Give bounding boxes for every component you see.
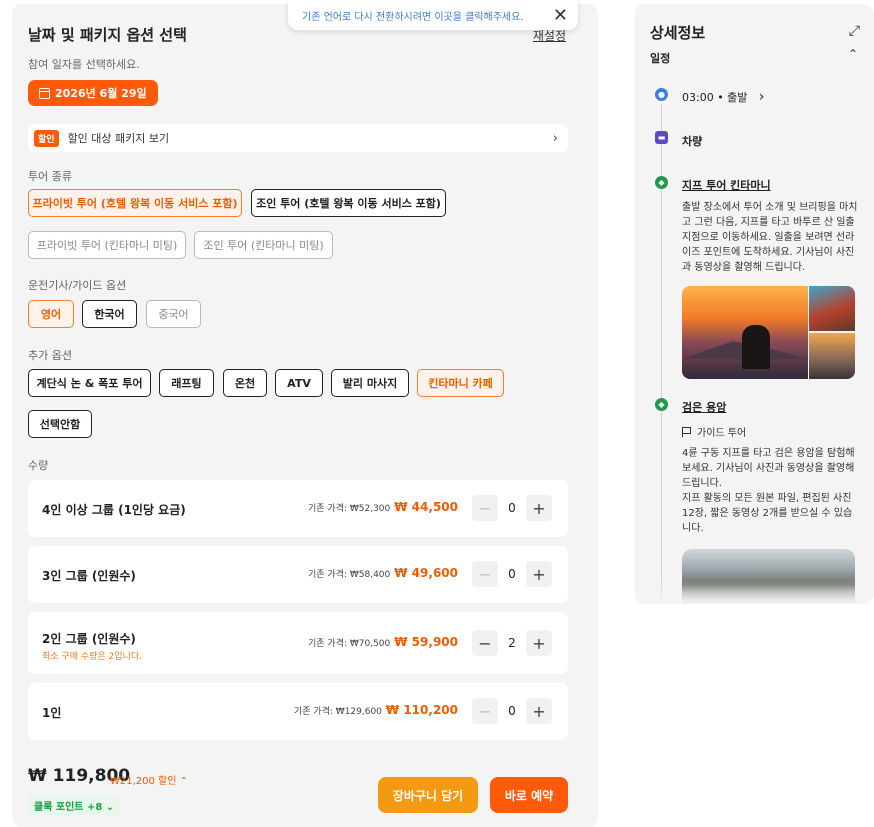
guide-option-korean[interactable]: 한국어 xyxy=(82,300,137,328)
vehicle-item: 차량 xyxy=(682,135,703,148)
discount-text: 할인 대상 패키지 보기 xyxy=(67,132,170,145)
car-icon: ▬ xyxy=(655,131,668,144)
extras-label: 추가 옵션 xyxy=(28,349,72,362)
quantity-row-name: 4인 이상 그룹 (1인당 요금) xyxy=(42,503,186,517)
total-discount-toggle[interactable]: ₩21,200 할인 ⌃ xyxy=(110,772,188,787)
quantity-value: 0 xyxy=(508,501,516,515)
tour-option-join-kintamani[interactable]: 조인 투어 (킨타마니 미팅) xyxy=(194,231,333,259)
calendar-icon xyxy=(39,87,50,99)
guide-option-english[interactable]: 영어 xyxy=(28,300,74,328)
add-to-cart-button[interactable]: 장바구니 담기 xyxy=(378,777,478,813)
quantity-row-name: 1인 xyxy=(42,706,62,720)
extra-option-atv[interactable]: ATV xyxy=(275,369,323,397)
chevron-right-icon: › xyxy=(758,89,765,105)
language-toast[interactable]: 기존 언어로 다시 전환하시려면 이곳을 클릭해주세요. ✕ xyxy=(288,0,578,30)
increment-button[interactable]: + xyxy=(526,561,552,587)
extra-option-hot-spring[interactable]: 온천 xyxy=(223,369,267,397)
quantity-row-name: 3인 그룹 (인원수) xyxy=(42,569,136,583)
guided-tour-text: 가이드 투어 xyxy=(697,428,747,439)
map-marker-icon: ◆ xyxy=(655,176,668,189)
quantity-value: 2 xyxy=(508,636,516,650)
black-lava-description: 4륜 구동 지프를 타고 검은 용암을 탐험해 보세요. 기사님이 사진과 동영… xyxy=(682,448,855,534)
decrement-button[interactable]: − xyxy=(472,630,498,656)
scroll-fade xyxy=(635,580,874,604)
sale-price: ₩ 59,900 xyxy=(394,635,458,649)
quantity-value: 0 xyxy=(508,567,516,581)
tour-option-private-hotel[interactable]: 프라이빗 투어 (호텔 왕복 이동 서비스 포함) xyxy=(28,189,242,217)
quantity-row-3: 3인 그룹 (인원수) 기존 가격: ₩58,400 ₩ 49,600 − 0 … xyxy=(28,546,568,603)
quantity-row-2: 2인 그룹 (인원수) 최소 구매 수량은 2입니다. 기존 가격: ₩70,5… xyxy=(28,612,568,674)
date-hint: 참여 일자를 선택하세요. xyxy=(28,58,140,71)
quantity-row-4plus: 4인 이상 그룹 (1인당 요금) 기존 가격: ₩52,300 ₩ 44,50… xyxy=(28,480,568,537)
itinerary-label: 일정 xyxy=(650,52,671,65)
extra-option-kintamani-cafe[interactable]: 킨타마니 카페 xyxy=(417,369,504,397)
expand-icon[interactable]: ⤢ xyxy=(849,23,860,39)
date-button[interactable]: 2026년 6월 29일 xyxy=(28,80,158,106)
extra-option-massage[interactable]: 발리 마사지 xyxy=(331,369,409,397)
quantity-row-1: 1인 기존 가격: ₩129,600 ₩ 110,200 − 0 + xyxy=(28,683,568,740)
increment-button[interactable]: + xyxy=(526,698,552,724)
chevron-up-icon[interactable]: ⌃ xyxy=(848,47,858,61)
close-icon[interactable]: ✕ xyxy=(553,5,568,26)
min-quantity-note: 최소 구매 수량은 2입니다. xyxy=(42,652,142,662)
sunrise-photo[interactable] xyxy=(682,286,808,379)
location-pin-icon: ● xyxy=(655,88,668,101)
book-now-button[interactable]: 바로 예약 xyxy=(490,777,568,813)
sale-price: ₩ 49,600 xyxy=(394,566,458,580)
details-panel: 상세정보 ⤢ 일정 ⌃ ● 03:00 • 출발 › ▬ 차량 ◆ 지프 투어 … xyxy=(635,4,874,604)
original-price: 기존 가격: ₩129,600 xyxy=(293,707,382,717)
sale-price: ₩ 110,200 xyxy=(385,703,458,717)
guide-option-chinese[interactable]: 중국어 xyxy=(146,300,201,328)
map-marker-icon: ◆ xyxy=(655,398,668,411)
decrement-button[interactable]: − xyxy=(472,698,498,724)
price-group: 기존 가격: ₩58,400 ₩ 49,600 xyxy=(308,566,458,580)
chevron-right-icon: › xyxy=(552,130,558,146)
increment-button[interactable]: + xyxy=(526,630,552,656)
black-lava-link[interactable]: 검은 용암 xyxy=(682,399,726,415)
tour-type-label: 투어 종류 xyxy=(28,170,72,183)
extra-option-rafting[interactable]: 래프팅 xyxy=(159,369,214,397)
increment-button[interactable]: + xyxy=(526,495,552,521)
original-price: 기존 가격: ₩52,300 xyxy=(308,504,391,514)
guided-tour-tag: 가이드 투어 xyxy=(682,424,746,439)
tour-option-join-hotel[interactable]: 조인 투어 (호텔 왕복 이동 서비스 포함) xyxy=(251,189,446,217)
options-panel: 날짜 및 패키지 옵션 선택 재설정 참여 일자를 선택하세요. 2026년 6… xyxy=(12,4,598,827)
details-title: 상세정보 xyxy=(650,24,706,42)
tour-option-private-kintamani[interactable]: 프라이빗 투어 (킨타마니 미팅) xyxy=(28,231,186,259)
quantity-value: 0 xyxy=(508,704,516,718)
panel-title: 날짜 및 패키지 옵션 선택 xyxy=(28,26,187,44)
klook-points-toggle[interactable]: 클룩 포인트 +8 ⌄ xyxy=(28,795,121,815)
flag-icon xyxy=(682,426,691,437)
price-group: 기존 가격: ₩70,500 ₩ 59,900 xyxy=(308,635,458,649)
sale-price: ₩ 44,500 xyxy=(394,500,458,514)
guide-label: 운전기사/가이드 옵션 xyxy=(28,279,127,292)
discount-badge: 할인 xyxy=(34,129,59,147)
price-group: 기존 가격: ₩129,600 ₩ 110,200 xyxy=(294,703,458,717)
date-label: 2026년 6월 29일 xyxy=(55,87,147,100)
extra-option-rice-terrace[interactable]: 계단식 논 & 폭포 투어 xyxy=(28,369,151,397)
toast-text[interactable]: 기존 언어로 다시 전환하시려면 이곳을 클릭해주세요. xyxy=(302,8,523,23)
quantity-label: 수량 xyxy=(28,459,49,472)
decrement-button[interactable]: − xyxy=(472,561,498,587)
departure-text: 03:00 • 출발 xyxy=(682,91,748,104)
quantity-row-name: 2인 그룹 (인원수) xyxy=(42,632,136,646)
discount-packages-bar[interactable]: 할인 할인 대상 패키지 보기 › xyxy=(28,124,568,152)
jeep-photo[interactable] xyxy=(809,286,855,331)
price-group: 기존 가격: ₩52,300 ₩ 44,500 xyxy=(308,500,458,514)
decrement-button[interactable]: − xyxy=(472,495,498,521)
jeep-photo-2[interactable] xyxy=(809,333,855,379)
departure-item[interactable]: 03:00 • 출발 › xyxy=(682,89,765,105)
extra-option-none[interactable]: 선택안함 xyxy=(28,410,92,438)
original-price: 기존 가격: ₩70,500 xyxy=(308,639,391,649)
original-price: 기존 가격: ₩58,400 xyxy=(308,570,391,580)
jeep-tour-link[interactable]: 지프 투어 킨타마니 xyxy=(682,177,771,193)
jeep-tour-description: 출발 장소에서 투어 소개 및 브리핑을 마치고 그런 다음, 지프를 타고 바… xyxy=(682,202,858,273)
